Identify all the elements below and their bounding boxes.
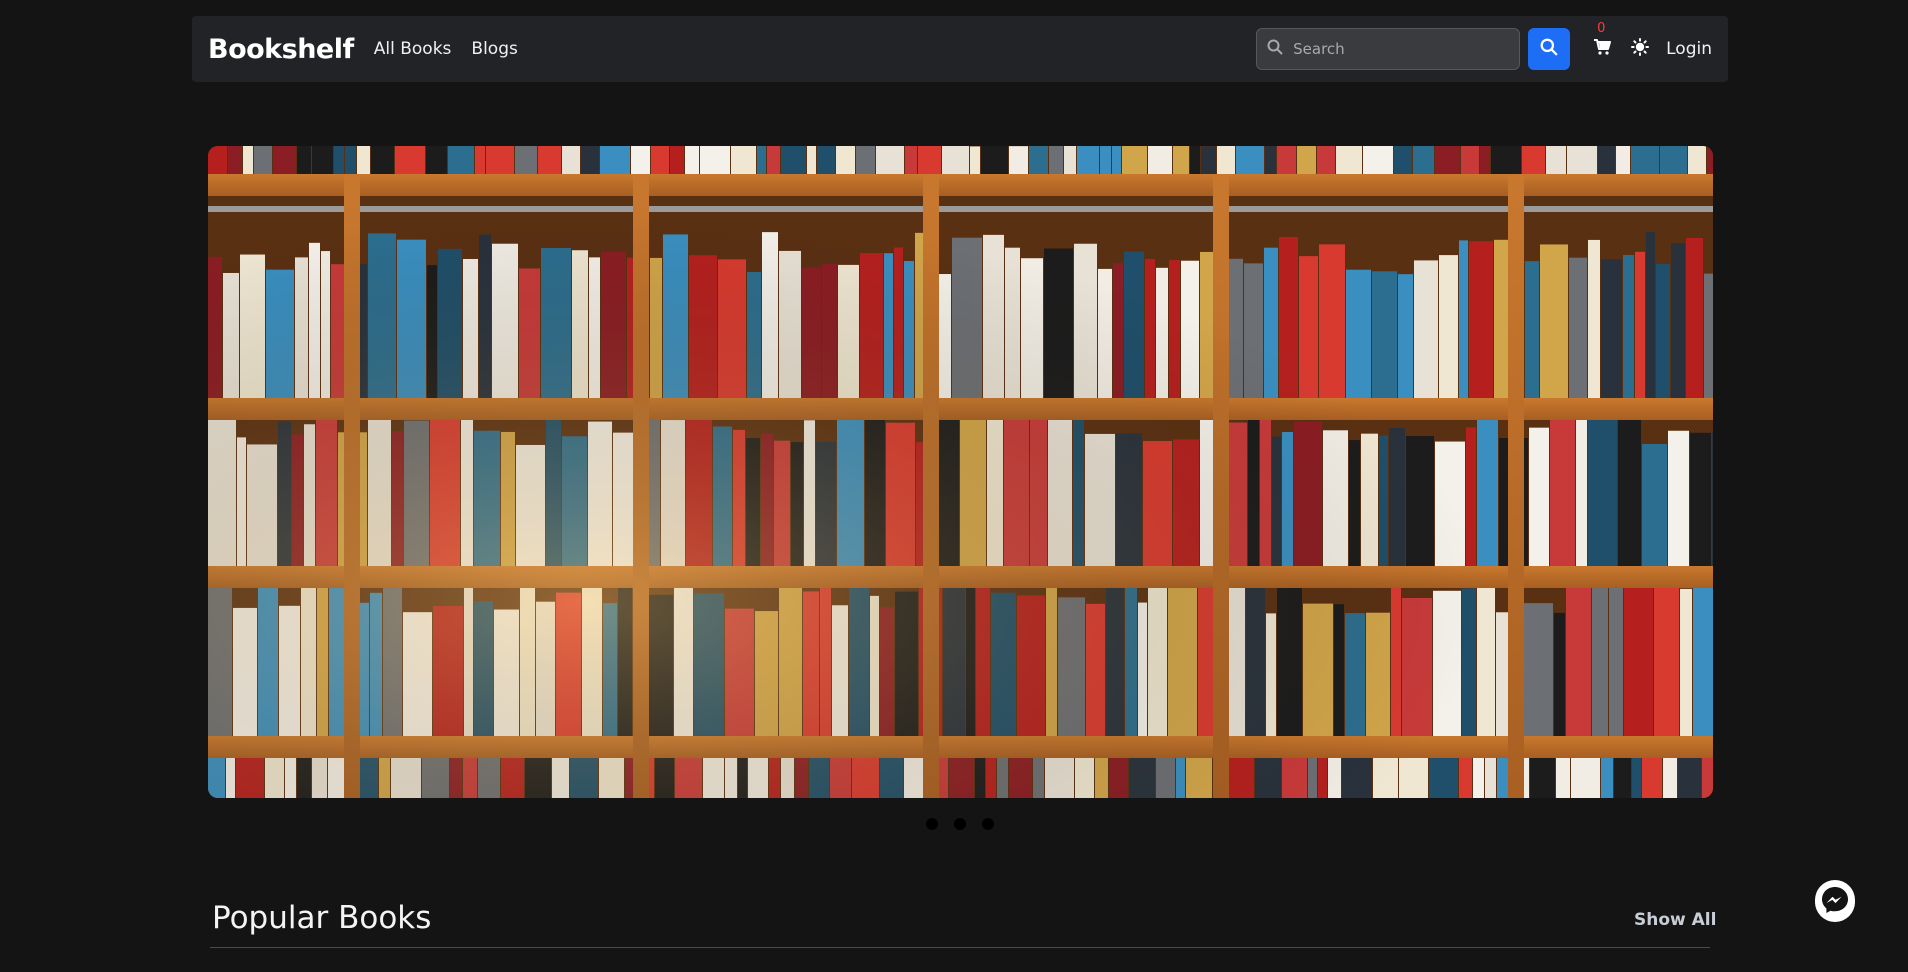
carousel-dot-1[interactable] (926, 818, 938, 830)
sun-icon (1631, 38, 1650, 60)
search-icon (1540, 38, 1558, 60)
carousel-dot-3[interactable] (982, 818, 994, 830)
search-box (1256, 28, 1521, 70)
cart-button[interactable]: 0 (1590, 21, 1614, 61)
bookshelf-image (208, 146, 1713, 798)
chat-button[interactable] (1815, 880, 1855, 924)
navbar: Bookshelf All Books Blogs 0 (192, 16, 1728, 82)
section-title: Popular Books (212, 900, 432, 936)
search-icon (1267, 39, 1283, 59)
login-link[interactable]: Login (1666, 39, 1712, 59)
theme-toggle[interactable] (1628, 37, 1652, 61)
search-button[interactable] (1528, 28, 1571, 70)
section-divider (210, 947, 1710, 948)
messenger-icon (1815, 880, 1855, 924)
cart-icon (1593, 38, 1612, 60)
brand-logo[interactable]: Bookshelf (208, 34, 354, 65)
carousel-indicators (926, 818, 994, 830)
nav-link-blogs[interactable]: Blogs (471, 39, 517, 59)
carousel-dot-2[interactable] (954, 818, 966, 830)
hero-carousel[interactable] (208, 146, 1713, 798)
nav-link-all-books[interactable]: All Books (374, 39, 452, 59)
cart-count-badge: 0 (1597, 21, 1606, 36)
show-all-link[interactable]: Show All (1634, 910, 1716, 930)
search-input[interactable] (1291, 39, 1510, 59)
